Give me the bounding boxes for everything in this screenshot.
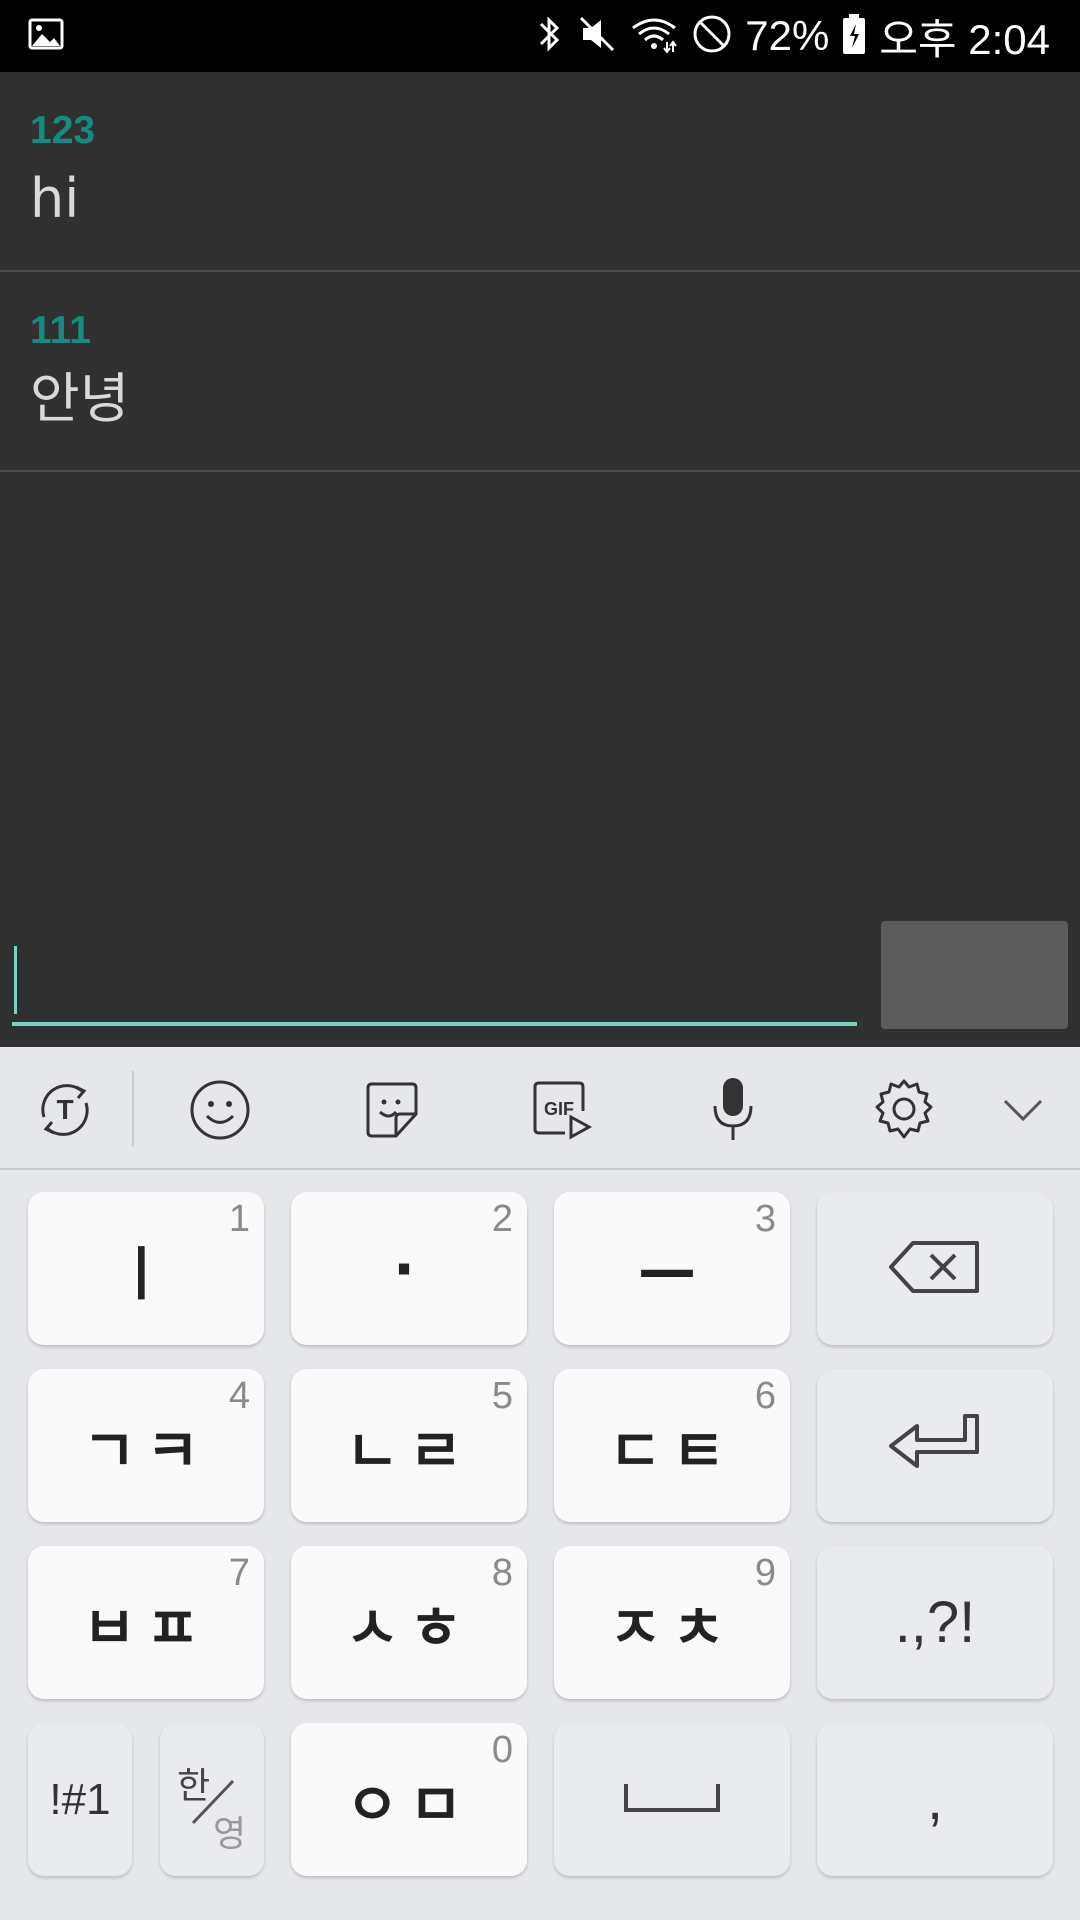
wifi-icon [629, 12, 679, 60]
key-label: .,?! [894, 1590, 976, 1655]
key-label: ㅇㅁ [345, 1770, 473, 1839]
list-item: 111 안녕 [0, 272, 1080, 472]
key-label: — [638, 1234, 706, 1303]
message-text: hi [30, 167, 80, 230]
language-toggle-key[interactable]: 한 영 [160, 1723, 264, 1876]
key-4[interactable]: ㄱㅋ 4 [28, 1369, 264, 1522]
key-8[interactable]: ㅅㅎ 8 [291, 1546, 527, 1699]
symbols-key[interactable]: !#1 [28, 1723, 132, 1876]
backspace-key[interactable] [817, 1192, 1053, 1345]
settings-icon[interactable] [869, 1075, 939, 1145]
toolbar-divider [132, 1071, 134, 1147]
key-label: ㅂㅍ [82, 1593, 210, 1662]
key-1[interactable]: ㅣ 1 [28, 1192, 264, 1345]
key-2[interactable]: · 2 [291, 1192, 527, 1345]
collapse-chevron-icon[interactable] [988, 1075, 1058, 1145]
key-number: 7 [228, 1552, 250, 1594]
key-number: 8 [491, 1552, 513, 1594]
status-bar: 72% 오후 2:04 [0, 0, 1080, 72]
key-9[interactable]: ㅈㅊ 9 [554, 1546, 790, 1699]
enter-icon [887, 1412, 983, 1480]
language-toggle-bottom: 영 [213, 1813, 247, 1855]
emoji-icon[interactable] [185, 1075, 255, 1145]
key-6[interactable]: ㄷㅌ 6 [554, 1369, 790, 1522]
key-label: ㄴㄹ [345, 1416, 473, 1485]
message-text: 안녕 [30, 367, 130, 430]
gif-icon[interactable]: GIF [527, 1075, 597, 1145]
key-number: 5 [491, 1375, 513, 1417]
key-label: ㄱㅋ [82, 1416, 210, 1485]
list-item: 123 hi [0, 72, 1080, 272]
sender-name: 111 [30, 309, 91, 352]
key-number: 3 [754, 1198, 776, 1240]
space-icon [622, 1780, 722, 1820]
key-number: 2 [491, 1198, 513, 1240]
text-caret [14, 946, 17, 1014]
key-label: ㅅㅎ [345, 1593, 473, 1662]
message-input[interactable] [12, 930, 857, 1026]
sticker-icon[interactable] [357, 1075, 427, 1145]
microphone-icon[interactable] [698, 1075, 768, 1145]
key-number: 0 [491, 1729, 513, 1771]
language-toggle-glyph: 한 영 [167, 1745, 257, 1855]
keyboard-toolbar: T GIF [0, 1047, 1080, 1170]
key-7[interactable]: ㅂㅍ 7 [28, 1546, 264, 1699]
key-label: ㄷㅌ [608, 1416, 736, 1485]
key-number: 6 [754, 1375, 776, 1417]
clock: 오후 2:04 [879, 15, 1050, 63]
key-5[interactable]: ㄴㄹ 5 [291, 1369, 527, 1522]
key-label: !#1 [49, 1774, 111, 1824]
keyboard: T GIF ㅣ 1 · 2 — 3 ㄱㅋ 4 ㄴㄹ 5 ㄷㅌ 6 ㅂㅍ 7 ㅅㅎ… [0, 1047, 1080, 1920]
key-number: 4 [228, 1375, 250, 1417]
comma-key[interactable]: , [817, 1723, 1053, 1876]
gallery-icon [28, 16, 64, 56]
space-key[interactable] [554, 1723, 790, 1876]
battery-icon [841, 12, 867, 60]
message-input-wrapper [12, 930, 857, 1026]
key-label: ㅣ [114, 1239, 178, 1308]
punctuation-key[interactable]: .,?! [817, 1546, 1053, 1699]
backspace-icon [887, 1239, 983, 1299]
text-translate-icon[interactable]: T [30, 1075, 100, 1145]
do-not-disturb-icon [691, 13, 733, 59]
message-list: 123 hi 111 안녕 [0, 72, 1080, 1047]
send-button[interactable] [881, 921, 1068, 1029]
battery-percent: 72% [745, 12, 830, 59]
key-number: 1 [228, 1198, 250, 1240]
key-label: , [926, 1767, 944, 1832]
bluetooth-icon [535, 12, 565, 60]
key-label: · [392, 1234, 426, 1303]
key-number: 9 [754, 1552, 776, 1594]
key-3[interactable]: — 3 [554, 1192, 790, 1345]
mute-icon [577, 12, 617, 60]
enter-key[interactable] [817, 1369, 1053, 1522]
svg-text:T: T [56, 1094, 73, 1125]
key-0[interactable]: ㅇㅁ 0 [291, 1723, 527, 1876]
key-label: ㅈㅊ [608, 1593, 736, 1662]
sender-name: 123 [30, 109, 96, 152]
